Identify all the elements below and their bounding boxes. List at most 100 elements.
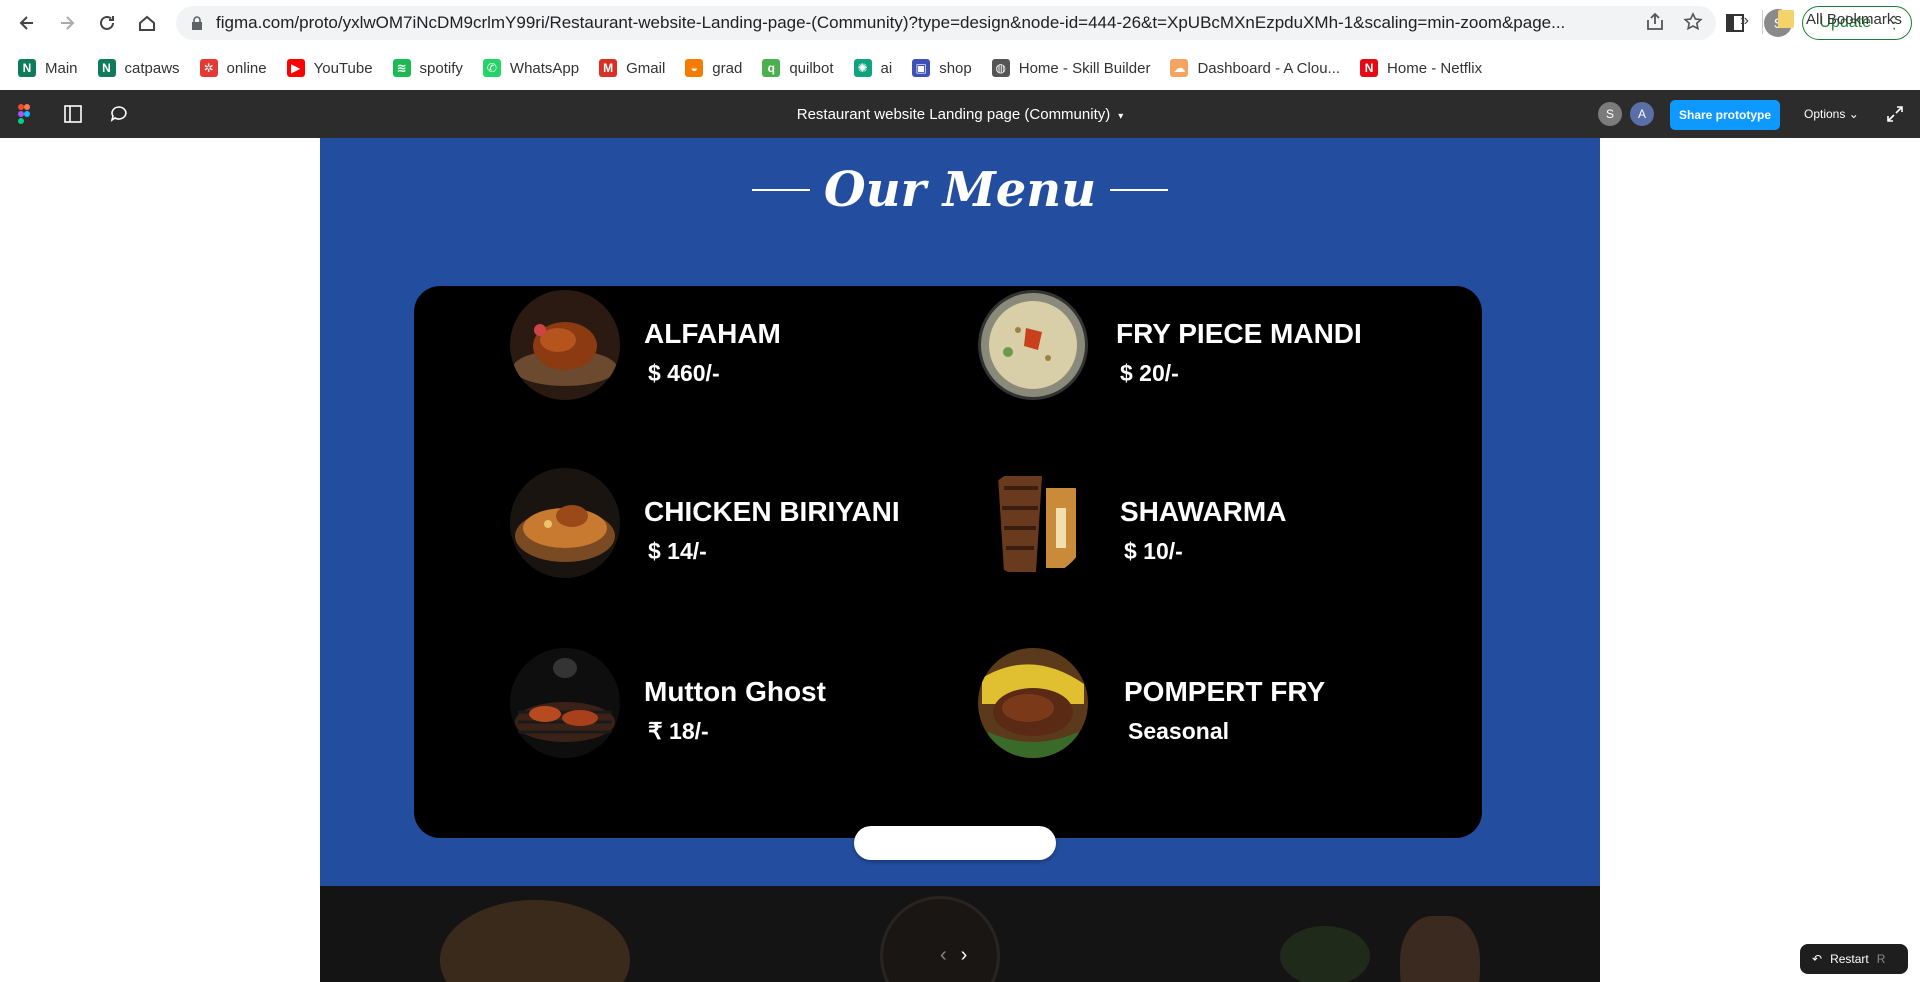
menu-item-price: $ 14/- bbox=[648, 538, 707, 564]
dish-image-biryani bbox=[510, 468, 620, 578]
bookmark-label: spotify bbox=[419, 59, 463, 77]
bookmark-item[interactable]: M Gmail bbox=[599, 59, 665, 77]
menu-item-price: $ 460/- bbox=[648, 360, 720, 386]
bookmark-label: quilbot bbox=[789, 59, 834, 77]
menu-item-price: $ 10/- bbox=[1124, 538, 1183, 564]
bookmark-item[interactable]: ▶ YouTube bbox=[286, 59, 373, 77]
shop-icon: ▣ bbox=[912, 59, 931, 77]
lock-icon bbox=[192, 16, 202, 30]
fullscreen-icon[interactable] bbox=[1886, 105, 1904, 123]
bookmark-label: WhatsApp bbox=[509, 59, 580, 77]
bookmark-label: Home - Skill Builder bbox=[1018, 59, 1151, 77]
bookmark-item[interactable]: q quilbot bbox=[762, 59, 834, 77]
figma-toolbar: Restaurant website Landing page (Communi… bbox=[0, 90, 1920, 138]
menu-item[interactable]: ALFAHAM $ 460/- bbox=[510, 290, 930, 402]
heading-rule-right bbox=[1110, 189, 1169, 191]
file-title: Restaurant website Landing page (Communi… bbox=[796, 106, 1111, 123]
whatsapp-icon: ✆ bbox=[482, 59, 501, 77]
herb-image bbox=[1280, 926, 1370, 982]
bookmark-item[interactable]: N Home - Netflix bbox=[1360, 59, 1482, 77]
dish-image-mandi bbox=[978, 290, 1088, 400]
all-bookmarks-button[interactable]: All Bookmarks bbox=[1778, 10, 1902, 28]
menu-item-name: Mutton Ghost bbox=[644, 676, 826, 707]
menu-item-price: $ 20/- bbox=[1120, 360, 1179, 386]
openai-icon: ✺ bbox=[853, 59, 872, 77]
hero-image-section: ‹ › bbox=[320, 886, 1600, 982]
browser-toolbar: figma.com/proto/yxlwOM7iNcDM9crlmY99ri/R… bbox=[0, 0, 1920, 46]
bookmark-item[interactable]: ☁ Dashboard - A Clou... bbox=[1170, 59, 1340, 77]
bookmark-star-icon[interactable] bbox=[1682, 11, 1704, 33]
bookmark-label: catpaws bbox=[124, 59, 180, 77]
back-icon[interactable] bbox=[12, 8, 42, 38]
url-text: figma.com/proto/yxlwOM7iNcDM9crlmY99ri/R… bbox=[216, 13, 1566, 32]
collaborator-avatar[interactable]: S bbox=[1598, 102, 1622, 126]
netflix-icon: N bbox=[1360, 59, 1379, 77]
menu-item[interactable]: CHICKEN BIRIYANI $ 14/- bbox=[510, 468, 930, 580]
gmail-icon: M bbox=[599, 59, 618, 77]
menu-section: Our Menu ALFAHAM $ 460/- FRY PIECE MANDI… bbox=[320, 138, 1600, 886]
bookmark-item[interactable]: ✆ WhatsApp bbox=[482, 59, 580, 77]
restart-label: Restart bbox=[1830, 952, 1869, 966]
bookmark-label: grad bbox=[712, 59, 743, 77]
menu-item[interactable]: SHAWARMA $ 10/- bbox=[978, 468, 1398, 580]
spoon-image bbox=[1400, 916, 1480, 982]
share-page-icon[interactable] bbox=[1644, 11, 1666, 33]
chevron-left-icon[interactable]: ‹ bbox=[940, 944, 947, 967]
bookmark-item[interactable]: ≋ spotify bbox=[392, 59, 463, 77]
folder-icon bbox=[1778, 10, 1794, 28]
bookmark-item[interactable]: N Main bbox=[18, 59, 78, 77]
online-icon: ✲ bbox=[199, 59, 218, 77]
carousel-controls: ‹ › bbox=[940, 944, 967, 967]
bookmark-label: Dashboard - A Clou... bbox=[1197, 59, 1341, 77]
quillbot-icon: q bbox=[762, 59, 781, 77]
all-bookmarks-label: All Bookmarks bbox=[1806, 10, 1902, 28]
restart-icon: ↶ bbox=[1812, 952, 1823, 966]
chevron-down-icon: ⌄ bbox=[1848, 107, 1859, 121]
bookmark-label: online bbox=[226, 59, 267, 77]
chevron-down-icon: ▾ bbox=[1118, 111, 1124, 122]
menu-item[interactable]: Mutton Ghost ₹ 18/- bbox=[510, 648, 930, 760]
menu-item-name: POMPERT FRY bbox=[1124, 676, 1326, 707]
collaborator-avatar[interactable]: A bbox=[1630, 102, 1654, 126]
forward-icon[interactable] bbox=[52, 8, 82, 38]
bookmark-item[interactable]: Ncatpaws bbox=[97, 59, 180, 77]
chevron-right-icon[interactable]: › bbox=[961, 944, 968, 967]
dish-image-mutton bbox=[510, 648, 620, 758]
landing-page-frame: Our Menu ALFAHAM $ 460/- FRY PIECE MANDI… bbox=[320, 138, 1600, 982]
reload-icon[interactable] bbox=[92, 8, 122, 38]
notion-icon: N bbox=[18, 59, 36, 77]
share-prototype-button[interactable]: Share prototype bbox=[1670, 100, 1780, 130]
bookmark-item[interactable]: ✺ ai bbox=[853, 59, 893, 77]
grad-icon: ◒ bbox=[685, 59, 704, 77]
menu-item-name: SHAWARMA bbox=[1120, 496, 1287, 527]
bookmark-item[interactable]: ▣ shop bbox=[912, 59, 972, 77]
bookmark-label: shop bbox=[939, 59, 972, 77]
menu-item[interactable]: FRY PIECE MANDI $ 20/- bbox=[978, 290, 1398, 402]
home-icon[interactable] bbox=[132, 8, 162, 38]
restart-button[interactable]: ↶ Restart R bbox=[1800, 944, 1908, 974]
section-heading: Our Menu bbox=[320, 162, 1600, 218]
menu-item-name: FRY PIECE MANDI bbox=[1116, 318, 1362, 349]
menu-item-name: ALFAHAM bbox=[644, 318, 781, 349]
address-bar[interactable]: figma.com/proto/yxlwOM7iNcDM9crlmY99ri/R… bbox=[176, 6, 1716, 40]
bookmark-label: YouTube bbox=[313, 59, 373, 77]
section-title: Our Menu bbox=[823, 162, 1097, 218]
prototype-canvas: Our Menu ALFAHAM $ 460/- FRY PIECE MANDI… bbox=[0, 138, 1920, 982]
menu-item[interactable]: POMPERT FRY Seasonal bbox=[978, 648, 1398, 760]
bookmark-item[interactable]: ✲ online bbox=[199, 59, 267, 77]
bread-image bbox=[440, 900, 630, 982]
options-menu[interactable]: Options ⌄ bbox=[1804, 107, 1859, 121]
bowl-image bbox=[880, 896, 1000, 982]
dish-image-pompano bbox=[978, 648, 1088, 758]
menu-item-name: CHICKEN BIRIYANI bbox=[644, 496, 900, 527]
menu-card: ALFAHAM $ 460/- FRY PIECE MANDI $ 20/- C… bbox=[414, 286, 1482, 838]
cloud-icon: ☁ bbox=[1170, 59, 1189, 77]
dish-image-alfaham bbox=[510, 290, 620, 400]
view-menu-button[interactable] bbox=[854, 826, 1056, 860]
bookmark-item[interactable]: ◍ Home - Skill Builder bbox=[991, 59, 1151, 77]
bookmarks-bar: N Main Ncatpaws ✲ online ▶ YouTube ≋ spotify ✆ Wha… bbox=[0, 46, 1920, 90]
menu-item-price: ₹ 18/- bbox=[648, 718, 709, 744]
bookmark-label: ai bbox=[880, 59, 893, 77]
bookmarks-overflow-icon[interactable]: » bbox=[1740, 12, 1749, 30]
bookmark-item[interactable]: ◒ grad bbox=[685, 59, 742, 77]
